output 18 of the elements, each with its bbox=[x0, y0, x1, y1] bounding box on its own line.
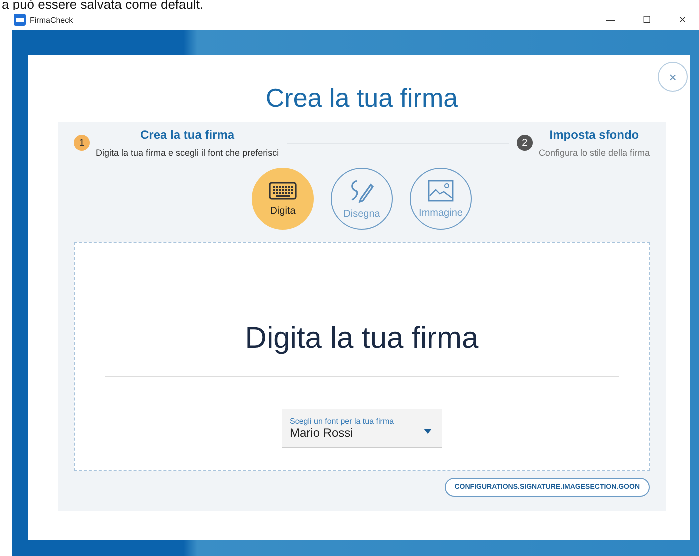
mode-button[interactable]: Digita bbox=[252, 168, 314, 230]
dialog-title: Crea la tua firma bbox=[266, 83, 458, 114]
step-number: 1 bbox=[74, 135, 90, 151]
font-select[interactable]: Scegli un font per la tua firma Mario Rossi bbox=[282, 409, 442, 448]
step-title: Imposta sfondo bbox=[550, 128, 640, 142]
step-number: 2 bbox=[516, 135, 533, 151]
keyboard-icon bbox=[269, 182, 297, 200]
image-icon bbox=[428, 180, 454, 202]
window-title: FirmaCheck bbox=[30, 16, 74, 24]
step-subtitle: Configura lo stile della firma bbox=[538, 148, 650, 158]
minimize-button[interactable]: — bbox=[595, 15, 627, 25]
step-title: Crea la tua firma bbox=[140, 128, 235, 142]
signature-field[interactable]: Digita la tua firma bbox=[105, 243, 619, 377]
maximize-button[interactable]: ☐ bbox=[631, 15, 663, 25]
step-subtitle: Digita la tua firma e scegli il font che preferisci bbox=[96, 148, 280, 158]
close-button[interactable]: ✕ bbox=[667, 15, 699, 25]
caret-icon bbox=[424, 429, 432, 434]
pen-icon bbox=[349, 178, 375, 202]
